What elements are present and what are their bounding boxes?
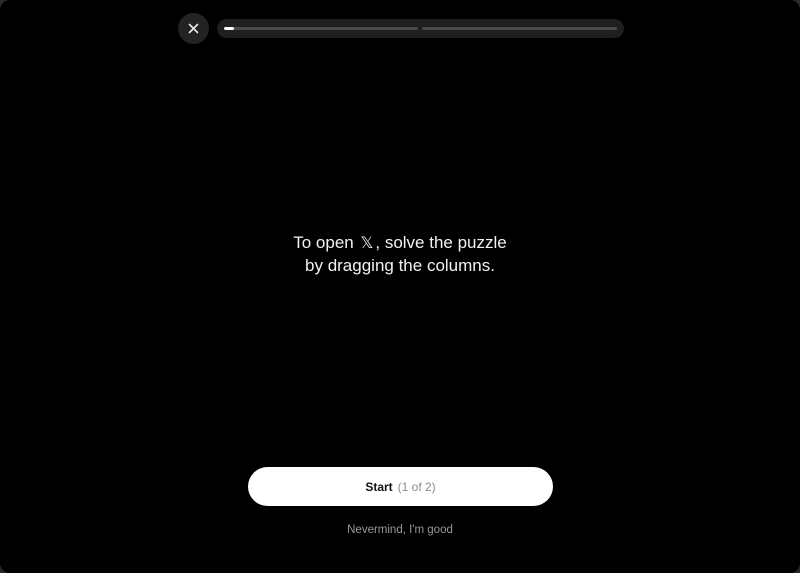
progress-segment-2 [422,27,617,30]
start-button[interactable]: Start (1 of 2) [248,467,553,506]
progress-fill-1 [224,27,234,30]
progress-segment-1 [224,27,418,30]
message-line1-start: To open [293,233,354,252]
start-step-counter: (1 of 2) [397,479,436,494]
message-line2: by dragging the columns. [305,256,495,275]
progress-bar [217,19,624,38]
close-icon [188,23,199,34]
puzzle-window: To open 𝕏, solve the puzzle by dragging … [0,0,800,573]
message-line1-end: , solve the puzzle [375,233,507,252]
instruction-message: To open 𝕏, solve the puzzle by dragging … [200,231,600,277]
start-button-label: Start [365,479,393,494]
close-button[interactable] [178,13,209,44]
nevermind-link[interactable]: Nevermind, I'm good [300,524,500,536]
x-logo-icon: 𝕏 [360,233,374,252]
